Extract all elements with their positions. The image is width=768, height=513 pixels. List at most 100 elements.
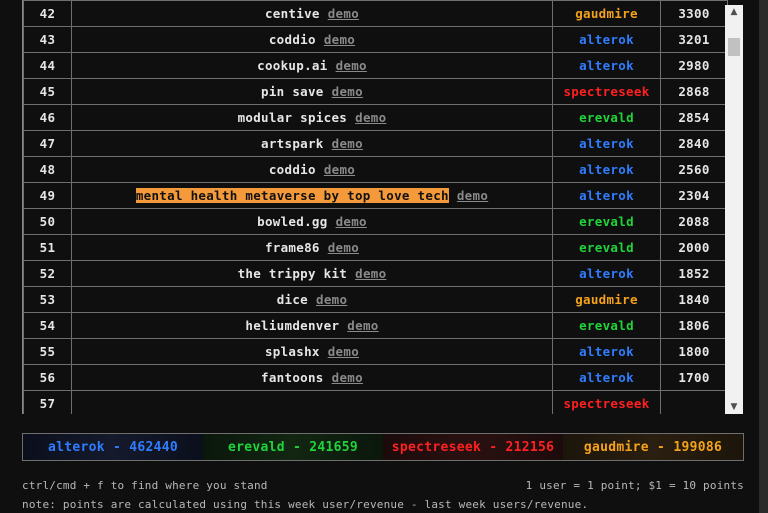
project-cell: frame86 demo bbox=[71, 234, 553, 261]
rank-cell: 44 bbox=[23, 52, 72, 79]
table-row: 53 dice demo gaudmire 1840 bbox=[23, 286, 728, 313]
table-row: 57 spectreseek bbox=[23, 390, 728, 414]
points-cell: 2840 bbox=[660, 130, 728, 157]
demo-link[interactable]: demo bbox=[328, 6, 359, 21]
team-cell: alterok bbox=[552, 364, 661, 391]
demo-link[interactable]: demo bbox=[332, 136, 363, 151]
table-row: 46 modular spices demo erevald 2854 bbox=[23, 104, 728, 131]
project-cell: bowled.gg demo bbox=[71, 208, 553, 235]
team-cell: erevald bbox=[552, 104, 661, 131]
scroll-up-arrow-icon[interactable]: ▲ bbox=[725, 5, 743, 19]
project-name-highlighted: mental health metaverse by top love tech bbox=[135, 188, 449, 203]
project-name: splashx bbox=[264, 344, 320, 359]
points-cell: 1840 bbox=[660, 286, 728, 313]
project-name: fantoons bbox=[261, 370, 324, 385]
table-row: 54 heliumdenver demo erevald 1806 bbox=[23, 312, 728, 339]
rank-cell: 49 bbox=[23, 182, 72, 209]
table-row: 42 centive demo gaudmire 3300 bbox=[23, 0, 728, 27]
project-cell: dice demo bbox=[71, 286, 553, 313]
team-score-erevald: erevald - 241659 bbox=[203, 434, 383, 460]
rank-cell: 54 bbox=[23, 312, 72, 339]
team-cell: alterok bbox=[552, 52, 661, 79]
footer-line-1: ctrl/cmd + f to find where you stand 1 u… bbox=[22, 479, 744, 492]
leaderboard-body: 42 centive demo gaudmire 3300 43 coddio demo alt… bbox=[23, 0, 728, 414]
project-cell: pin save demo bbox=[71, 78, 553, 105]
team-score-gaudmire: gaudmire - 199086 bbox=[563, 434, 743, 460]
demo-link[interactable]: demo bbox=[328, 344, 359, 359]
demo-link[interactable]: demo bbox=[328, 240, 359, 255]
team-cell: gaudmire bbox=[552, 0, 661, 27]
points-cell: 1806 bbox=[660, 312, 728, 339]
project-name: cookup.ai bbox=[257, 58, 328, 73]
table-row: 47 artspark demo alterok 2840 bbox=[23, 130, 728, 157]
rank-cell: 51 bbox=[23, 234, 72, 261]
table-row: 50 bowled.gg demo erevald 2088 bbox=[23, 208, 728, 235]
points-cell: 2000 bbox=[660, 234, 728, 261]
rank-cell: 45 bbox=[23, 78, 72, 105]
points-cell: 1700 bbox=[660, 364, 728, 391]
rank-cell: 57 bbox=[23, 390, 72, 414]
rank-cell: 47 bbox=[23, 130, 72, 157]
team-cell: alterok bbox=[552, 260, 661, 287]
points-cell: 2854 bbox=[660, 104, 728, 131]
demo-link[interactable]: demo bbox=[457, 188, 488, 203]
points-cell: 3201 bbox=[660, 26, 728, 53]
project-name: heliumdenver bbox=[245, 318, 340, 333]
demo-link[interactable]: demo bbox=[336, 214, 367, 229]
project-name: artspark bbox=[261, 136, 324, 151]
demo-link[interactable]: demo bbox=[347, 318, 378, 333]
project-name: coddio bbox=[268, 162, 316, 177]
project-cell: centive demo bbox=[71, 0, 553, 27]
rank-cell: 43 bbox=[23, 26, 72, 53]
project-name: modular spices bbox=[237, 110, 348, 125]
team-cell: erevald bbox=[552, 234, 661, 261]
scroll-thumb[interactable] bbox=[728, 38, 740, 56]
demo-link[interactable]: demo bbox=[324, 162, 355, 177]
demo-link[interactable]: demo bbox=[336, 58, 367, 73]
demo-link[interactable]: demo bbox=[355, 110, 386, 125]
demo-link[interactable]: demo bbox=[324, 32, 355, 47]
rank-cell: 52 bbox=[23, 260, 72, 287]
team-cell: erevald bbox=[552, 208, 661, 235]
points-note: note: points are calculated using this w… bbox=[22, 498, 589, 511]
table-row: 44 cookup.ai demo alterok 2980 bbox=[23, 52, 728, 79]
team-cell: alterok bbox=[552, 156, 661, 183]
project-cell: fantoons demo bbox=[71, 364, 553, 391]
project-cell: modular spices demo bbox=[71, 104, 553, 131]
points-cell: 2980 bbox=[660, 52, 728, 79]
rank-cell: 55 bbox=[23, 338, 72, 365]
demo-link[interactable]: demo bbox=[332, 370, 363, 385]
team-cell: spectreseek bbox=[552, 78, 661, 105]
project-cell: coddio demo bbox=[71, 156, 553, 183]
vertical-scrollbar[interactable]: ▲ ▼ bbox=[725, 5, 743, 414]
scroll-down-arrow-icon[interactable]: ▼ bbox=[725, 400, 743, 414]
project-name: pin save bbox=[261, 84, 324, 99]
project-cell: the trippy kit demo bbox=[71, 260, 553, 287]
table-row: 56 fantoons demo alterok 1700 bbox=[23, 364, 728, 391]
demo-link[interactable]: demo bbox=[355, 266, 386, 281]
rank-cell: 48 bbox=[23, 156, 72, 183]
points-cell: 1852 bbox=[660, 260, 728, 287]
table-row: 51 frame86 demo erevald 2000 bbox=[23, 234, 728, 261]
points-cell: 3300 bbox=[660, 0, 728, 27]
project-cell: cookup.ai demo bbox=[71, 52, 553, 79]
project-cell: heliumdenver demo bbox=[71, 312, 553, 339]
demo-link[interactable]: demo bbox=[316, 292, 347, 307]
search-hint: ctrl/cmd + f to find where you stand bbox=[22, 479, 268, 492]
demo-link[interactable]: demo bbox=[332, 84, 363, 99]
project-name: coddio bbox=[268, 32, 316, 47]
rank-cell: 46 bbox=[23, 104, 72, 131]
team-cell: spectreseek bbox=[552, 390, 661, 414]
points-cell: 2868 bbox=[660, 78, 728, 105]
leaderboard-table: 42 centive demo gaudmire 3300 43 coddio demo alt… bbox=[23, 0, 728, 414]
project-cell: coddio demo bbox=[71, 26, 553, 53]
team-cell: alterok bbox=[552, 130, 661, 157]
table-row: 48 coddio demo alterok 2560 bbox=[23, 156, 728, 183]
table-row: 49 mental health metaverse by top love te… bbox=[23, 182, 728, 209]
project-name: bowled.gg bbox=[257, 214, 328, 229]
team-score-spectreseek: spectreseek - 212156 bbox=[383, 434, 563, 460]
table-row: 43 coddio demo alterok 3201 bbox=[23, 26, 728, 53]
project-cell: splashx demo bbox=[71, 338, 553, 365]
rank-cell: 50 bbox=[23, 208, 72, 235]
team-score-alterok: alterok - 462440 bbox=[23, 434, 203, 460]
